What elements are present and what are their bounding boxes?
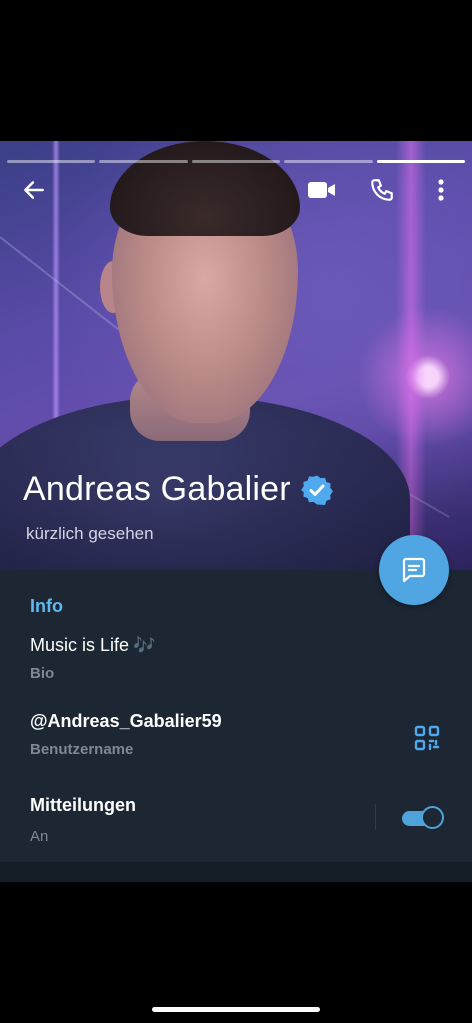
- notifications-value: An: [30, 828, 49, 845]
- home-indicator[interactable]: [152, 1007, 320, 1012]
- phone-icon: [371, 179, 393, 201]
- bio-text: Music is Life: [30, 635, 130, 655]
- progress-segment: [284, 160, 373, 163]
- arrow-left-icon: [24, 181, 44, 199]
- voice-call-button[interactable]: [362, 170, 402, 210]
- progress-segment: [7, 160, 96, 163]
- more-vertical-icon: [438, 179, 444, 201]
- toggle-thumb: [421, 806, 444, 829]
- vertical-divider: [375, 804, 376, 830]
- person-hair: [110, 141, 300, 236]
- notifications-toggle[interactable]: [402, 806, 444, 830]
- profile-name: Andreas Gabalier: [23, 470, 333, 509]
- progress-segment: [191, 160, 281, 163]
- message-icon: [402, 557, 426, 583]
- qr-code-button[interactable]: [412, 723, 442, 753]
- back-button[interactable]: [14, 170, 54, 210]
- more-options-button[interactable]: [421, 170, 461, 210]
- music-notes-emoji: 🎶: [133, 635, 156, 655]
- bio-label: Bio: [30, 665, 55, 682]
- notifications-title[interactable]: Mitteilungen: [30, 795, 136, 816]
- video-camera-icon: [308, 182, 335, 198]
- username-label: Benutzername: [30, 741, 134, 758]
- verified-badge-icon: [300, 475, 333, 505]
- progress-segment-active: [376, 160, 466, 163]
- story-progress: [7, 160, 466, 163]
- progress-segment: [99, 160, 188, 163]
- bio-row[interactable]: Music is Life 🎶: [30, 635, 155, 656]
- screen: Andreas Gabalier kürzlich gesehen Info M…: [0, 0, 472, 1023]
- username-value[interactable]: @Andreas_Gabalier59: [30, 711, 222, 732]
- video-call-button[interactable]: [302, 170, 342, 210]
- profile-name-text: Andreas Gabalier: [23, 470, 291, 508]
- panel-separator: [0, 862, 472, 882]
- send-message-button[interactable]: [379, 535, 449, 605]
- info-section-title: Info: [30, 596, 63, 616]
- last-seen-status: kürzlich gesehen: [26, 524, 154, 543]
- qr-code-icon: [414, 725, 440, 751]
